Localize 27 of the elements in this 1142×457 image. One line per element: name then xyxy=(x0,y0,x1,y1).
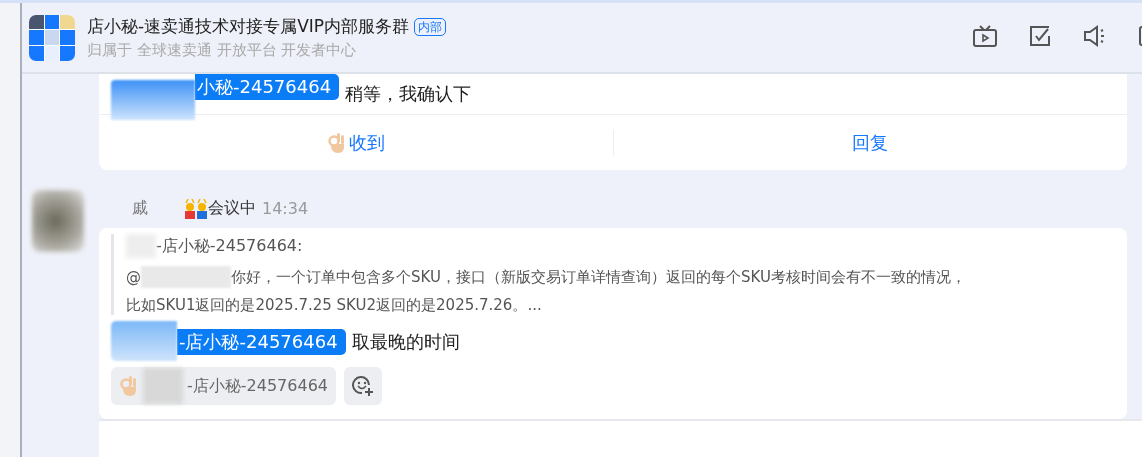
mention-tag[interactable]: -店小秘-24576464 xyxy=(177,329,346,355)
quote-author: -店小秘-24576464: xyxy=(156,235,303,257)
message-text: 取最晚的时间 xyxy=(351,330,460,354)
checkbox-icon[interactable] xyxy=(1028,24,1052,48)
ok-hand-icon xyxy=(326,131,347,154)
group-tag: 内部 xyxy=(414,17,447,36)
message-text: 稍等，我确认下 xyxy=(345,82,472,106)
reply-button[interactable]: 回复 xyxy=(612,129,1127,156)
avatar xyxy=(32,190,84,252)
group-subtitle: 归属于 全球速卖通 开放平台 开发者中心 xyxy=(87,41,358,60)
mention-tag[interactable]: 小秘-24576464 xyxy=(195,74,340,100)
acknowledge-button[interactable]: 收到 xyxy=(99,129,613,156)
quote-mention: @ xyxy=(126,268,141,286)
status-label: 会议中 xyxy=(184,197,256,219)
chat-title: 店小秘-速卖通技术对接专属VIP内部服务群 xyxy=(87,15,410,38)
message-time: 14:34 xyxy=(262,198,309,218)
ok-hand-icon xyxy=(119,375,139,397)
group-avatar xyxy=(29,14,75,61)
add-reaction-button[interactable] xyxy=(344,367,382,405)
meeting-icon xyxy=(184,198,208,219)
quote-text: 比如SKU1返回的是2025.7.25 SKU2返回的是2025.7.26。... xyxy=(126,296,542,315)
quote-text: 你好，一个订单中包含多个SKU，接口（新版交易订单详情查询）返回的每个SKU考核时间会有不一致的情况， xyxy=(231,267,966,287)
tv-icon[interactable] xyxy=(972,24,998,48)
sender-name: 戚 xyxy=(132,197,148,219)
blur-patch xyxy=(111,321,177,361)
reaction-chip[interactable]: -店小秘-24576464 xyxy=(111,367,336,405)
emoji-add-icon xyxy=(352,375,374,397)
